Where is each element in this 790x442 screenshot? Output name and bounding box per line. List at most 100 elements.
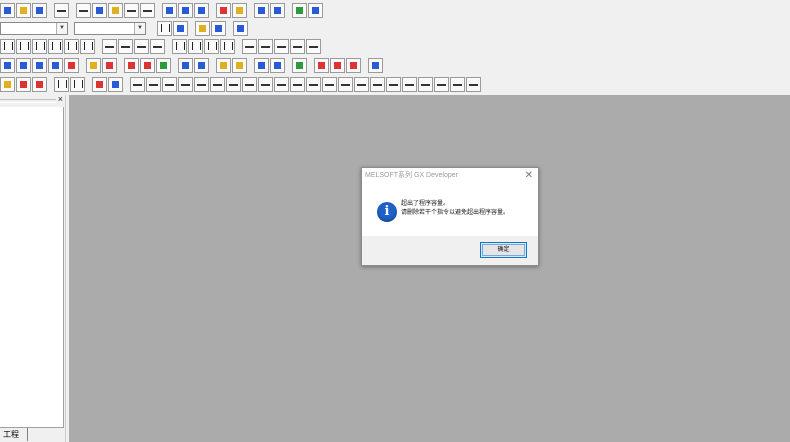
write-plc-icon[interactable] [216, 3, 231, 18]
comment-edit-icon[interactable] [86, 58, 101, 73]
replace-icon[interactable] [194, 3, 209, 18]
monitor-mode-icon[interactable] [0, 58, 15, 73]
block-list-icon[interactable] [92, 77, 107, 92]
print-icon[interactable] [54, 3, 69, 18]
comment-icon[interactable] [292, 3, 307, 18]
write-mode-icon[interactable] [16, 58, 31, 73]
convert-icon[interactable] [64, 58, 79, 73]
paste-icon[interactable] [108, 3, 123, 18]
sfc-step-aF7[interactable] [290, 77, 305, 92]
sfc-icon[interactable] [368, 58, 383, 73]
cut-icon[interactable] [76, 3, 91, 18]
entry-monitor-icon[interactable] [178, 58, 193, 73]
ladder-view-icon[interactable] [157, 21, 172, 36]
device-memory-icon[interactable] [233, 21, 248, 36]
sfc-step-aF6[interactable] [274, 77, 289, 92]
sfc-step-c5[interactable] [386, 77, 401, 92]
sfc-jump-icon[interactable] [32, 77, 47, 92]
sfc-step-aF9[interactable] [322, 77, 337, 92]
rising-parallel-icon[interactable] [204, 39, 219, 54]
close-parallel-icon[interactable] [48, 39, 63, 54]
copy-icon[interactable] [92, 3, 107, 18]
sfc-zoom-icon[interactable] [108, 77, 123, 92]
step-reset-icon[interactable] [346, 58, 361, 73]
ok-button[interactable]: 确定 [480, 242, 527, 258]
parameter-icon[interactable] [195, 21, 210, 36]
step-run-icon[interactable] [232, 58, 247, 73]
open-parallel-icon[interactable] [32, 39, 47, 54]
sfc-step-c2[interactable] [354, 77, 369, 92]
skip-run-icon[interactable] [254, 58, 269, 73]
tab-project[interactable]: 工程 [0, 428, 28, 441]
sfc-step-caF7[interactable] [434, 77, 449, 92]
device-combo[interactable]: ▼ [74, 22, 146, 35]
operation-result-icon[interactable] [242, 39, 257, 54]
pause-icon[interactable] [292, 58, 307, 73]
project-tree[interactable] [0, 107, 64, 428]
sfc-step-F6[interactable] [162, 77, 177, 92]
sfc-step-sF7[interactable] [210, 77, 225, 92]
close-icon[interactable]: × [58, 94, 63, 104]
close-contact-icon[interactable] [16, 39, 31, 54]
sfc-step-F7[interactable] [194, 77, 209, 92]
statement-edit-icon[interactable] [102, 58, 117, 73]
sfc-step-caF5[interactable] [402, 77, 417, 92]
rising-pulse-icon[interactable] [172, 39, 187, 54]
mep-icon[interactable] [274, 39, 289, 54]
chevron-down-icon[interactable]: ▼ [134, 23, 145, 34]
device-batch-icon[interactable] [308, 3, 323, 18]
read-mode-icon[interactable] [32, 58, 47, 73]
invert-icon[interactable] [258, 39, 273, 54]
undo-icon[interactable] [124, 3, 139, 18]
sfc-step-c1[interactable] [338, 77, 353, 92]
block-icon[interactable] [70, 77, 85, 92]
sfc-step-sF6[interactable] [178, 77, 193, 92]
delete-horizontal-icon[interactable] [134, 39, 149, 54]
list-view-icon[interactable] [173, 21, 188, 36]
sfc-transition-icon[interactable] [16, 77, 31, 92]
monitor-icon[interactable] [254, 3, 269, 18]
read-plc-icon[interactable] [232, 3, 247, 18]
note-edit-icon[interactable] [124, 58, 139, 73]
sfc-step-caF9[interactable] [466, 77, 481, 92]
device-test-icon[interactable] [194, 58, 209, 73]
partial-run-icon[interactable] [270, 58, 285, 73]
window-icon[interactable] [211, 21, 226, 36]
device-comment-icon[interactable] [140, 58, 155, 73]
find-device-icon[interactable] [162, 3, 177, 18]
redo-icon[interactable] [140, 3, 155, 18]
delete-vertical-icon[interactable] [150, 39, 165, 54]
chevron-down-icon[interactable]: ▼ [56, 23, 67, 34]
horizontal-line-icon[interactable] [102, 39, 117, 54]
program-combo[interactable]: ▼ [0, 22, 68, 35]
open-project-icon[interactable] [16, 3, 31, 18]
draw-line-icon[interactable] [290, 39, 305, 54]
sfc-step-aF5[interactable] [258, 77, 273, 92]
ladder-monitor-icon[interactable] [156, 58, 171, 73]
application-instruction-icon[interactable] [80, 39, 95, 54]
sfc-end-icon[interactable] [54, 77, 69, 92]
open-contact-icon[interactable] [0, 39, 15, 54]
falling-parallel-icon[interactable] [220, 39, 235, 54]
close-icon[interactable]: ✕ [525, 170, 533, 182]
find-instruction-icon[interactable] [178, 3, 193, 18]
sfc-step-F5[interactable] [130, 77, 145, 92]
sfc-step-c4[interactable] [370, 77, 385, 92]
sfc-step-aF8[interactable] [306, 77, 321, 92]
sfc-step-caF8[interactable] [450, 77, 465, 92]
falling-pulse-icon[interactable] [188, 39, 203, 54]
panel-grip[interactable] [0, 99, 56, 103]
sfc-step-icon[interactable] [0, 77, 15, 92]
sfc-step-sF5[interactable] [146, 77, 161, 92]
timing-chart-icon[interactable] [216, 58, 231, 73]
coil-icon[interactable] [64, 39, 79, 54]
step-down-icon[interactable] [330, 58, 345, 73]
sfc-step-sF8[interactable] [242, 77, 257, 92]
save-icon[interactable] [32, 3, 47, 18]
sfc-step-caF6[interactable] [418, 77, 433, 92]
new-project-icon[interactable] [0, 3, 15, 18]
delete-line-icon[interactable] [306, 39, 321, 54]
monitor-stop-icon[interactable] [270, 3, 285, 18]
vertical-line-icon[interactable] [118, 39, 133, 54]
read-write-icon[interactable] [48, 58, 63, 73]
